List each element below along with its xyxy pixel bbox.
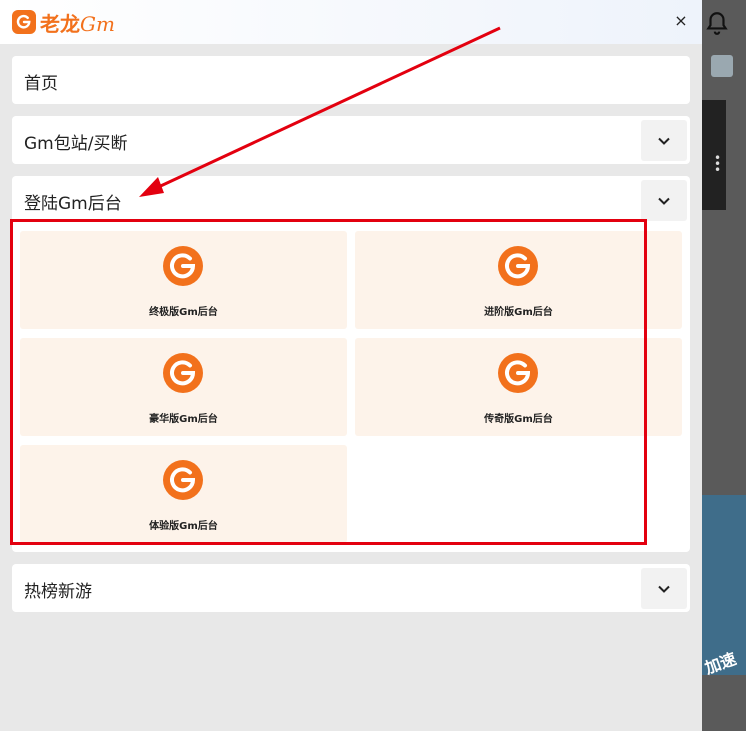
logo-g-icon bbox=[12, 10, 36, 34]
menu-item-label: 首页 bbox=[24, 74, 58, 94]
backend-item-label: 豪华版Gm后台 bbox=[149, 414, 218, 425]
logo-text: 老龙Gm bbox=[40, 11, 115, 36]
g-logo-icon bbox=[163, 353, 203, 393]
backend-item-legend[interactable]: 传奇版Gm后台 bbox=[355, 338, 682, 436]
chevron-down-icon bbox=[658, 197, 670, 205]
menu-item-label: 登陆Gm后台 bbox=[24, 194, 122, 214]
backend-item-label: 体验版Gm后台 bbox=[149, 521, 218, 532]
backend-item-trial[interactable]: 体验版Gm后台 bbox=[20, 445, 347, 543]
backend-item-label: 终极版Gm后台 bbox=[149, 307, 218, 318]
menu-item-buyout[interactable]: Gm包站/买断 bbox=[12, 116, 690, 164]
menu-item-home[interactable]: 首页 bbox=[12, 56, 690, 104]
g-logo-icon bbox=[498, 353, 538, 393]
g-logo-icon bbox=[498, 246, 538, 286]
g-logo-icon bbox=[163, 460, 203, 500]
more-dots-icon: • • • bbox=[714, 151, 722, 177]
logo[interactable]: 老龙Gm bbox=[12, 10, 115, 36]
collapse-login-button[interactable] bbox=[641, 180, 687, 221]
backend-item-deluxe[interactable]: 豪华版Gm后台 bbox=[20, 338, 347, 436]
avatar[interactable] bbox=[711, 55, 733, 77]
drawer-header: 老龙Gm × bbox=[0, 0, 702, 44]
chevron-down-icon bbox=[658, 137, 670, 145]
bell-icon[interactable] bbox=[704, 10, 730, 36]
menu-item-label: Gm包站/买断 bbox=[24, 134, 128, 154]
side-drawer: 老龙Gm × 首页 Gm包站/买断 登陆Gm后台 终极版Gm后台 进阶版Gm后台 bbox=[0, 0, 702, 731]
close-button[interactable]: × bbox=[670, 10, 692, 32]
backend-item-label: 传奇版Gm后台 bbox=[484, 414, 553, 425]
expand-buyout-button[interactable] bbox=[641, 120, 687, 161]
menu-item-hot-games[interactable]: 热榜新游 bbox=[12, 564, 690, 612]
chevron-down-icon bbox=[658, 585, 670, 593]
backend-item-ultimate[interactable]: 终极版Gm后台 bbox=[20, 231, 347, 329]
expand-hot-games-button[interactable] bbox=[641, 568, 687, 609]
g-logo-icon bbox=[163, 246, 203, 286]
menu-item-label: 热榜新游 bbox=[24, 582, 92, 602]
backend-item-advanced[interactable]: 进阶版Gm后台 bbox=[355, 231, 682, 329]
backend-item-label: 进阶版Gm后台 bbox=[484, 307, 553, 318]
